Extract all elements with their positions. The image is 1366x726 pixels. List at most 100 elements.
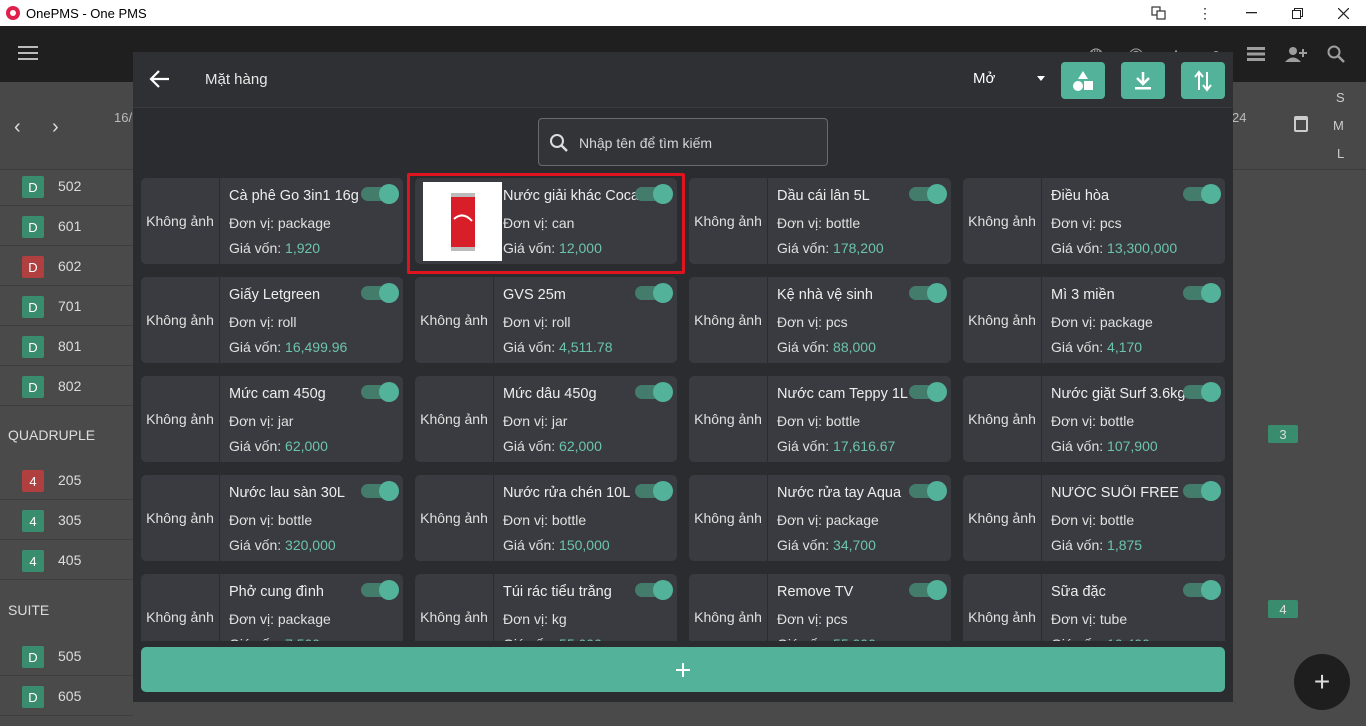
- import-button[interactable]: [1121, 62, 1165, 99]
- room-row[interactable]: D 801: [0, 326, 133, 366]
- item-active-toggle[interactable]: [635, 382, 673, 402]
- cost-value: 16,499.96: [285, 339, 348, 355]
- no-image-placeholder: Không ảnh: [415, 574, 494, 641]
- item-card[interactable]: Không ảnh Cà phê Go 3in1 16g Đơn vị: packa…: [141, 178, 403, 264]
- item-active-toggle[interactable]: [361, 382, 399, 402]
- item-name: Kệ nhà vệ sinh: [777, 287, 873, 303]
- room-row[interactable]: D 601: [0, 206, 133, 246]
- translate-icon[interactable]: [1136, 0, 1182, 26]
- item-active-toggle[interactable]: [909, 184, 947, 204]
- item-cost: Giá vốn: 55,000: [777, 636, 876, 641]
- item-card[interactable]: Không ảnh GVS 25m Đơn vị: roll Giá vốn: 4,5…: [415, 277, 677, 363]
- back-arrow-icon[interactable]: [149, 68, 173, 92]
- item-active-toggle[interactable]: [1183, 382, 1221, 402]
- item-card[interactable]: Không ảnh Sữa đặc Đơn vị: tube Giá vốn: 10,…: [963, 574, 1225, 641]
- item-card[interactable]: Không ảnh Giấy Letgreen Đơn vị: roll Giá vố…: [141, 277, 403, 363]
- item-active-toggle[interactable]: [361, 184, 399, 204]
- no-image-placeholder: Không ảnh: [141, 277, 220, 363]
- item-active-toggle[interactable]: [1183, 184, 1221, 204]
- status-filter-select[interactable]: Mở: [973, 70, 1045, 92]
- sort-button[interactable]: [1181, 62, 1225, 99]
- item-card[interactable]: Không ảnh Mức dâu 450g Đơn vị: jar Giá vốn:…: [415, 376, 677, 462]
- maximize-button[interactable]: [1274, 0, 1320, 26]
- item-card[interactable]: Không ảnh Điều hòa Đơn vị: pcs Giá vốn: 13,…: [963, 178, 1225, 264]
- next-arrow-icon[interactable]: ›: [52, 116, 59, 139]
- no-image-placeholder: Không ảnh: [141, 574, 220, 641]
- more-options-icon[interactable]: ⋮: [1182, 0, 1228, 26]
- unit-value: pcs: [825, 611, 848, 627]
- close-button[interactable]: [1320, 0, 1366, 26]
- calendar-icon[interactable]: [1294, 116, 1308, 132]
- item-card[interactable]: Không ảnh Nước lau sàn 30L Đơn vị: bottle G…: [141, 475, 403, 561]
- unit-value: package: [1099, 314, 1153, 330]
- item-card[interactable]: Không ảnh Kệ nhà vệ sinh Đơn vị: pcs Giá vố…: [689, 277, 951, 363]
- menu-icon[interactable]: [18, 46, 38, 60]
- item-active-toggle[interactable]: [635, 580, 673, 600]
- item-active-toggle[interactable]: [1183, 580, 1221, 600]
- item-card[interactable]: Không ảnh Nước rửa tay Aqua Đơn vị: packag…: [689, 475, 951, 561]
- item-active-toggle[interactable]: [909, 481, 947, 501]
- list-icon[interactable]: [1236, 40, 1276, 68]
- no-image-placeholder: Không ảnh: [689, 178, 768, 264]
- size-s[interactable]: S: [1336, 90, 1345, 105]
- item-active-toggle[interactable]: [909, 580, 947, 600]
- download-icon: [1135, 71, 1151, 89]
- app-logo-icon: [6, 6, 20, 20]
- floating-add-button[interactable]: +: [1294, 654, 1350, 710]
- cost-value: 17,616.67: [833, 438, 896, 454]
- window-title: OnePMS - One PMS: [26, 5, 147, 21]
- unit-label: Đơn vị:: [1051, 215, 1100, 231]
- categories-button[interactable]: [1061, 62, 1105, 99]
- room-status-badge: D: [22, 686, 44, 708]
- item-card[interactable]: Không ảnh Nước cam Teppy 1L Đơn vị: bottle…: [689, 376, 951, 462]
- cost-value: 320,000: [285, 537, 336, 553]
- item-active-toggle[interactable]: [635, 283, 673, 303]
- item-card[interactable]: Không ảnh Nước rửa chén 10L Đơn vị: bottle…: [415, 475, 677, 561]
- item-active-toggle[interactable]: [909, 283, 947, 303]
- room-row[interactable]: D 602: [0, 246, 133, 286]
- room-row[interactable]: D 502: [0, 166, 133, 206]
- modal-header: Mặt hàng Mở: [133, 52, 1233, 108]
- room-status-badge: D: [22, 256, 44, 278]
- room-row[interactable]: D 701: [0, 286, 133, 326]
- item-active-toggle[interactable]: [1183, 283, 1221, 303]
- search-input[interactable]: [579, 129, 819, 157]
- item-card[interactable]: Không ảnh Mì 3 miền Đơn vị: package Giá vốn…: [963, 277, 1225, 363]
- item-card[interactable]: Không ảnh Remove TV Đơn vị: pcs Giá vốn: 55…: [689, 574, 951, 641]
- item-active-toggle[interactable]: [361, 580, 399, 600]
- item-active-toggle[interactable]: [1183, 481, 1221, 501]
- add-user-icon[interactable]: [1276, 40, 1316, 68]
- item-active-toggle[interactable]: [361, 481, 399, 501]
- item-card[interactable]: Không ảnh Mức cam 450g Đơn vị: jar Giá vốn:…: [141, 376, 403, 462]
- item-card[interactable]: Không ảnh NƯỚC SUỐI FREE Đơn vị: bottle Giá…: [963, 475, 1225, 561]
- cost-label: Giá vốn:: [229, 636, 285, 641]
- search-field[interactable]: [538, 118, 828, 166]
- prev-arrow-icon[interactable]: ‹: [14, 116, 21, 139]
- size-m[interactable]: M: [1333, 118, 1344, 133]
- room-row[interactable]: 4 405: [0, 540, 133, 580]
- minimize-button[interactable]: [1228, 0, 1274, 26]
- add-item-button[interactable]: [141, 647, 1225, 692]
- item-active-toggle[interactable]: [909, 382, 947, 402]
- items-modal: Mặt hàng Mở Không ảnh Cà phê Go 3in1 16g Đ…: [133, 52, 1233, 702]
- cost-value: 10,400: [1107, 636, 1150, 641]
- room-row[interactable]: D 605: [0, 676, 133, 716]
- item-card[interactable]: Không ảnh Dầu cái lân 5L Đơn vị: bottle Giá…: [689, 178, 951, 264]
- room-row[interactable]: D 505: [0, 636, 133, 676]
- item-cost: Giá vốn: 16,499.96: [229, 339, 347, 355]
- chevron-down-icon: [1037, 76, 1045, 81]
- search-icon[interactable]: [1316, 40, 1356, 68]
- room-status-badge: 4: [22, 510, 44, 532]
- item-card[interactable]: Không ảnh Nước giặt Surf 3.6kg Đơn vị: bot…: [963, 376, 1225, 462]
- item-card[interactable]: Không ảnh Phở cung đình Đơn vị: package Giá…: [141, 574, 403, 641]
- item-card[interactable]: Không ảnh Túi rác tiểu trắng Đơn vị: kg Giá…: [415, 574, 677, 641]
- unit-value: roll: [277, 314, 297, 330]
- item-name: Cà phê Go 3in1 16g: [229, 188, 359, 204]
- room-row[interactable]: 4 205: [0, 460, 133, 500]
- item-active-toggle[interactable]: [635, 481, 673, 501]
- room-row[interactable]: D 802: [0, 366, 133, 406]
- room-row[interactable]: 4 305: [0, 500, 133, 540]
- size-l[interactable]: L: [1337, 146, 1344, 161]
- cost-value: 55,000: [559, 636, 602, 641]
- item-active-toggle[interactable]: [361, 283, 399, 303]
